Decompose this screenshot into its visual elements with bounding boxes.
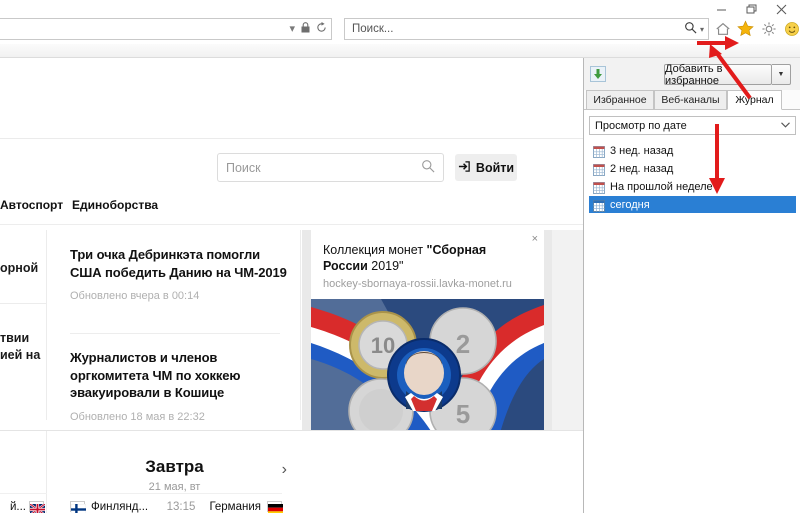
command-bar-strip: [0, 44, 800, 58]
search-icon[interactable]: [421, 159, 435, 176]
history-item-label: На прошлой неделе: [610, 180, 713, 193]
site-search-input[interactable]: Поиск: [217, 153, 444, 182]
schedule-main: Завтра 21 мая, вт › Финлянд... 13:15 Гер…: [48, 431, 301, 513]
ad-title: Коллекция монет "Сборная России 2019": [311, 230, 544, 274]
flag-icon-uk: [29, 501, 46, 513]
history-item-last-week[interactable]: На прошлой неделе: [589, 178, 796, 195]
news-article-column: Три очка Дебринкэта помогли США победить…: [48, 230, 301, 423]
flag-icon-finland: [70, 501, 87, 513]
chevron-down-icon[interactable]: [781, 121, 790, 130]
favorites-panel-tabs: Избранное Веб-каналы Журнал: [584, 90, 800, 110]
favorites-panel-header: Добавить в избранное ▼: [584, 58, 800, 90]
gear-icon[interactable]: [758, 18, 779, 39]
chevron-down-icon[interactable]: ▾: [289, 23, 295, 35]
site-search-placeholder: Поиск: [226, 160, 261, 175]
login-button[interactable]: Войти: [455, 154, 517, 181]
login-arrow-icon: [458, 160, 471, 176]
flag-icon-germany: [267, 501, 283, 513]
site-nav: Автоспорт Единоборства: [0, 198, 583, 224]
clipped-left-column: орной твии ией на: [0, 230, 47, 420]
history-item-2-weeks-ago[interactable]: 2 нед. назад: [589, 160, 796, 177]
smiley-icon[interactable]: [781, 18, 800, 39]
match-row[interactable]: Финлянд... 13:15 Германия: [70, 493, 283, 513]
clipped-match-row[interactable]: й...: [0, 493, 47, 513]
article-timestamp: Обновлено вчера в 00:14: [70, 290, 200, 302]
history-item-label: 3 нед. назад: [610, 144, 674, 157]
close-icon[interactable]: ×: [532, 233, 538, 245]
match-home-team: Финлянд...: [91, 500, 149, 513]
address-bar[interactable]: ▾: [0, 18, 332, 40]
schedule-left-clipped: й... ния ция: [0, 431, 47, 513]
article-timestamp: Обновлено 18 мая в 22:32: [70, 410, 205, 423]
header-divider: [0, 138, 583, 139]
history-item-today[interactable]: сегодня: [589, 196, 796, 213]
history-item-3-weeks-ago[interactable]: 3 нед. назад: [589, 142, 796, 159]
tab-veb-kanaly[interactable]: Веб-каналы: [654, 90, 727, 110]
favorites-star-icon[interactable]: [735, 18, 756, 39]
calendar-icon: [593, 181, 605, 194]
nav-divider: [0, 224, 583, 225]
svg-text:2: 2: [456, 329, 470, 359]
lock-icon: [301, 22, 310, 36]
tab-izbrannoe[interactable]: Избранное: [586, 90, 654, 110]
match-time: 13:15: [166, 500, 196, 513]
news-article[interactable]: Журналистов и членов оргкомитета ЧМ по х…: [70, 349, 290, 423]
history-panel-body: Просмотр по дате 3 нед. назад 2 нед. наз…: [584, 110, 800, 513]
login-button-label: Войти: [475, 160, 515, 175]
chevron-right-icon[interactable]: ›: [282, 461, 287, 479]
article-title: Три очка Дебринкэта помогли США победить…: [70, 247, 287, 280]
calendar-icon: [593, 163, 605, 176]
site-header: [0, 58, 583, 138]
schedule-date: 21 мая, вт: [148, 481, 201, 493]
favorites-history-panel: Добавить в избранное ▼ Избранное Веб-кан…: [583, 58, 800, 513]
news-article[interactable]: Три очка Дебринкэта помогли США победить…: [70, 246, 290, 302]
add-to-favorites-dropdown-icon[interactable]: ▼: [772, 64, 791, 85]
home-icon[interactable]: [712, 18, 733, 39]
nav-item-edinoborstva[interactable]: Единоборства: [72, 198, 158, 212]
browser-toolbar-icons: [712, 18, 800, 39]
browser-search-placeholder: Поиск...: [352, 23, 394, 35]
ad-title-part-1: Коллекция монет: [323, 243, 427, 257]
article-title: Журналистов и членов оргкомитета ЧМ по х…: [70, 350, 241, 400]
article-divider: [70, 333, 280, 334]
calendar-icon: [593, 199, 605, 212]
match-schedule-section: й... ния ция: [0, 430, 583, 513]
svg-text:5: 5: [456, 399, 470, 429]
tab-zhurnal[interactable]: Журнал: [727, 90, 782, 110]
clipped-divider: [0, 303, 47, 304]
ad-url: hockey-sbornaya-rossii.lavka-monet.ru: [323, 278, 512, 290]
clipped-text-2: твии: [0, 331, 30, 345]
svg-text:10: 10: [371, 333, 395, 358]
ie-browser-window: ▾ Поиск... ▾ Поиск Войти Автоспорт Едино…: [0, 0, 800, 513]
history-item-label: сегодня: [610, 198, 650, 211]
match-away-team: Германия: [209, 500, 261, 513]
add-to-favorites-button[interactable]: Добавить в избранное: [664, 63, 772, 87]
clipped-text-3: ией на: [0, 348, 41, 362]
clipped-text-1: орной: [0, 261, 39, 275]
calendar-icon: [593, 145, 605, 158]
browser-search-bar[interactable]: Поиск... ▾: [344, 18, 709, 40]
history-view-selector[interactable]: Просмотр по дате: [589, 116, 796, 135]
ad-title-part-2: 2019": [367, 259, 404, 273]
clipped-team-label: й...: [9, 500, 26, 513]
history-view-selector-value: Просмотр по дате: [595, 119, 687, 132]
search-icon[interactable]: [684, 21, 697, 37]
ad-image-coins: 10 2 5: [311, 299, 544, 444]
ad-card-coins[interactable]: × Коллекция монет "Сборная России 2019" …: [311, 230, 544, 444]
nav-item-autosport[interactable]: Автоспорт: [0, 198, 63, 212]
pin-panel-icon[interactable]: [590, 66, 606, 82]
refresh-icon[interactable]: [316, 22, 327, 36]
history-item-label: 2 нед. назад: [610, 162, 674, 175]
search-dropdown-icon[interactable]: ▾: [700, 25, 704, 34]
schedule-title: Завтра: [145, 457, 204, 476]
